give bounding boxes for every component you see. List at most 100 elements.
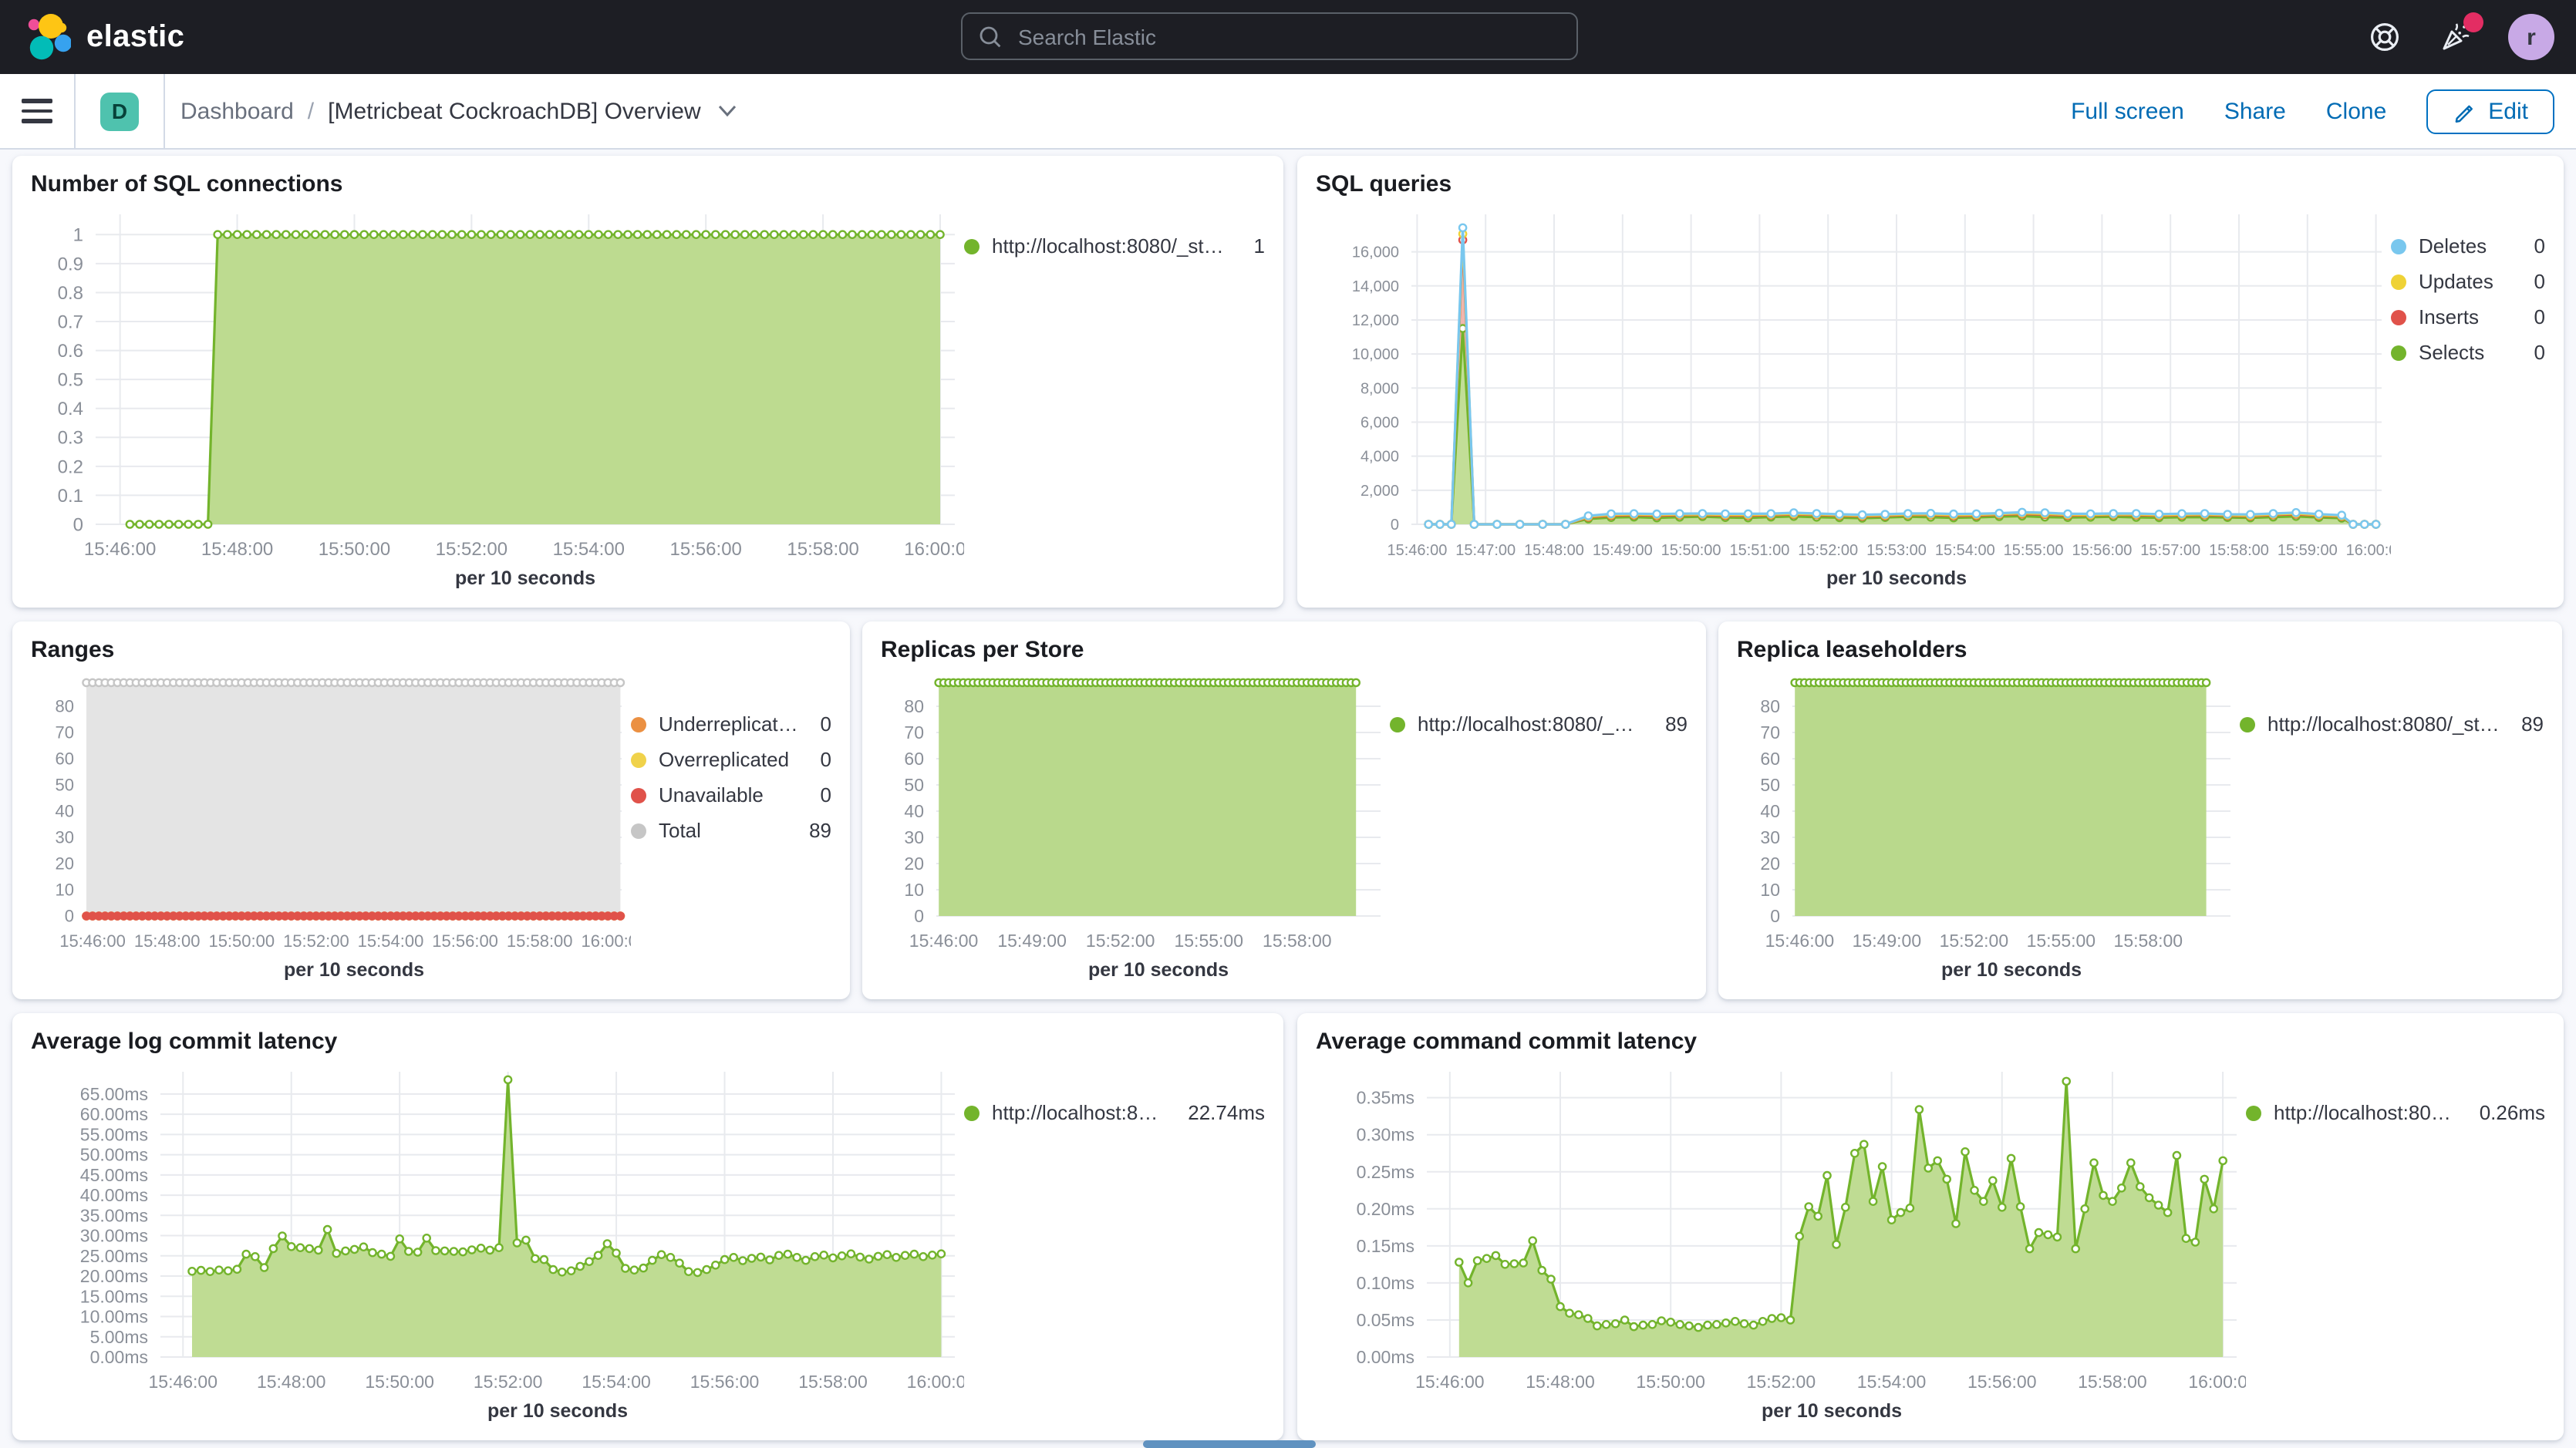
legend-item[interactable]: http://localhost:808...22.74ms bbox=[964, 1103, 1265, 1124]
legend-swatch-icon bbox=[631, 717, 646, 732]
svg-text:15:57:00: 15:57:00 bbox=[2140, 542, 2200, 559]
legend-item[interactable]: http://localhost:8080...0.26ms bbox=[2246, 1103, 2545, 1124]
svg-text:15:58:00: 15:58:00 bbox=[787, 539, 858, 560]
svg-text:15:58:00: 15:58:00 bbox=[2078, 1372, 2147, 1392]
search-icon bbox=[978, 24, 1003, 49]
full-screen-button[interactable]: Full screen bbox=[2071, 98, 2184, 124]
svg-text:6,000: 6,000 bbox=[1360, 414, 1399, 431]
series-areas bbox=[86, 682, 620, 916]
clone-button[interactable]: Clone bbox=[2326, 98, 2386, 124]
legend-item[interactable]: http://localhost:8080/_sta...89 bbox=[2240, 714, 2544, 736]
chart-sql-queries[interactable]: 15:46:0015:47:0015:48:0015:49:0015:50:00… bbox=[1316, 202, 2391, 595]
svg-text:50: 50 bbox=[56, 776, 74, 795]
svg-text:0.15ms: 0.15ms bbox=[1357, 1236, 1414, 1256]
elastic-logo-icon bbox=[25, 14, 71, 60]
svg-text:0.8: 0.8 bbox=[58, 283, 83, 304]
life-ring-icon bbox=[2366, 19, 2403, 56]
legend-item[interactable]: Unavailable0 bbox=[631, 785, 831, 807]
chart-replica-leaseholders[interactable]: 15:46:0015:49:0015:52:0015:55:0015:58:00… bbox=[1737, 668, 2240, 987]
svg-text:15:50:00: 15:50:00 bbox=[208, 931, 275, 951]
legend-item[interactable]: Updates0 bbox=[2391, 271, 2545, 293]
news-feed-button[interactable] bbox=[2437, 19, 2474, 56]
svg-text:15:47:00: 15:47:00 bbox=[1455, 542, 1516, 559]
svg-text:0.6: 0.6 bbox=[58, 341, 83, 362]
help-button[interactable] bbox=[2366, 19, 2403, 56]
legend-swatch-icon bbox=[2240, 717, 2255, 732]
breadcrumb: Dashboard / [Metricbeat CockroachDB] Ove… bbox=[180, 98, 738, 124]
search-input[interactable] bbox=[1015, 22, 1561, 50]
panel-replica-leaseholders: Replica leaseholders 15:46:0015:49:0015:… bbox=[1718, 621, 2562, 999]
chart-average-command-commit-latency[interactable]: 15:46:0015:48:0015:50:0015:52:0015:54:00… bbox=[1316, 1059, 2246, 1428]
svg-text:16:00:00: 16:00:00 bbox=[2346, 542, 2391, 559]
chart-legend: http://localhost:8080/_stat...1 bbox=[964, 202, 1265, 595]
svg-text:80: 80 bbox=[56, 697, 74, 716]
panel-title: Ranges bbox=[31, 634, 831, 668]
panel-number-of-sql-connections: Number of SQL connections 15:46:0015:48:… bbox=[12, 156, 1283, 608]
svg-text:15:56:00: 15:56:00 bbox=[1967, 1372, 2037, 1392]
svg-text:5.00ms: 5.00ms bbox=[90, 1327, 148, 1347]
svg-text:14,000: 14,000 bbox=[1352, 278, 1399, 295]
chart-ranges[interactable]: 15:46:0015:48:0015:50:0015:52:0015:54:00… bbox=[31, 668, 631, 987]
series-areas bbox=[1795, 682, 2206, 916]
svg-text:0: 0 bbox=[1391, 517, 1399, 534]
legend-value: 0 bbox=[2525, 342, 2545, 364]
svg-text:25.00ms: 25.00ms bbox=[80, 1246, 148, 1266]
chart-number-of-sql-connections[interactable]: 15:46:0015:48:0015:50:0015:52:0015:54:00… bbox=[31, 202, 964, 595]
chart-replicas-per-store[interactable]: 15:46:0015:49:0015:52:0015:55:0015:58:00… bbox=[881, 668, 1390, 987]
svg-text:40: 40 bbox=[904, 801, 924, 821]
legend-item[interactable]: http://localhost:8080/_stat...1 bbox=[964, 236, 1265, 258]
svg-text:15:48:00: 15:48:00 bbox=[134, 931, 201, 951]
legend-swatch-icon bbox=[2391, 310, 2406, 325]
legend-item[interactable]: Selects0 bbox=[2391, 342, 2545, 364]
legend-swatch-icon bbox=[1390, 717, 1405, 732]
chart-legend: http://localhost:8080/_sta...89 bbox=[1390, 668, 1688, 987]
global-search[interactable] bbox=[961, 12, 1578, 60]
legend-label: Overreplicated bbox=[659, 749, 789, 771]
x-axis-label: per 10 seconds bbox=[1762, 1400, 1902, 1422]
panel-ranges: Ranges 15:46:0015:48:0015:50:0015:52:001… bbox=[12, 621, 850, 999]
svg-text:65.00ms: 65.00ms bbox=[80, 1084, 148, 1104]
page-title: [Metricbeat CockroachDB] Overview bbox=[328, 98, 701, 124]
svg-text:0.3: 0.3 bbox=[58, 428, 83, 449]
chart-average-log-commit-latency[interactable]: 15:46:0015:48:0015:50:0015:52:0015:54:00… bbox=[31, 1059, 964, 1428]
legend-item[interactable]: Total89 bbox=[631, 820, 831, 842]
legend-swatch-icon bbox=[2391, 345, 2406, 361]
edit-button[interactable]: Edit bbox=[2426, 89, 2554, 133]
legend-value: 0 bbox=[2525, 236, 2545, 258]
breadcrumb-dashboard[interactable]: Dashboard bbox=[180, 98, 294, 124]
svg-text:15:52:00: 15:52:00 bbox=[1940, 931, 2009, 951]
legend-item[interactable]: Deletes0 bbox=[2391, 236, 2545, 258]
panel-sql-queries: SQL queries 15:46:0015:47:0015:48:0015:4… bbox=[1297, 156, 2564, 608]
svg-text:15:52:00: 15:52:00 bbox=[436, 539, 507, 560]
svg-text:0.30ms: 0.30ms bbox=[1357, 1125, 1414, 1145]
legend-item[interactable]: Overreplicated0 bbox=[631, 749, 831, 771]
svg-text:15:54:00: 15:54:00 bbox=[553, 539, 625, 560]
svg-text:15:52:00: 15:52:00 bbox=[474, 1372, 543, 1392]
svg-text:15:56:00: 15:56:00 bbox=[2072, 542, 2132, 559]
timeseries-plot: 15:46:0015:48:0015:50:0015:52:0015:54:00… bbox=[31, 668, 631, 987]
chevron-down-icon[interactable] bbox=[718, 103, 738, 119]
chart-legend: http://localhost:808...22.74ms bbox=[964, 1059, 1265, 1428]
legend-item[interactable]: http://localhost:8080/_sta...89 bbox=[1390, 714, 1688, 736]
svg-text:15:54:00: 15:54:00 bbox=[358, 931, 424, 951]
legend-item[interactable]: Underreplicated0 bbox=[631, 714, 831, 736]
panel-title: Average log commit latency bbox=[31, 1025, 1265, 1059]
avatar[interactable]: r bbox=[2508, 14, 2554, 60]
dashboard-app-icon[interactable]: D bbox=[100, 92, 139, 130]
svg-text:16:00:00: 16:00:00 bbox=[582, 931, 631, 951]
svg-text:30: 30 bbox=[904, 827, 924, 847]
series-areas bbox=[130, 234, 940, 524]
legend-value: 0 bbox=[2525, 271, 2545, 293]
elastic-brand[interactable]: elastic bbox=[25, 14, 184, 60]
horizontal-scrollbar-thumb[interactable] bbox=[1143, 1440, 1316, 1448]
svg-text:15:51:00: 15:51:00 bbox=[1729, 542, 1789, 559]
svg-text:15:58:00: 15:58:00 bbox=[507, 931, 573, 951]
menu-icon[interactable] bbox=[22, 99, 52, 123]
svg-text:15:52:00: 15:52:00 bbox=[1747, 1372, 1816, 1392]
svg-text:20: 20 bbox=[904, 854, 924, 874]
legend-swatch-icon bbox=[2246, 1106, 2261, 1121]
svg-text:15.00ms: 15.00ms bbox=[80, 1286, 148, 1306]
grid-lines: 15:46:0015:47:0015:48:0015:49:0015:50:00… bbox=[1352, 214, 2391, 559]
legend-item[interactable]: Inserts0 bbox=[2391, 307, 2545, 328]
share-button[interactable]: Share bbox=[2224, 98, 2286, 124]
